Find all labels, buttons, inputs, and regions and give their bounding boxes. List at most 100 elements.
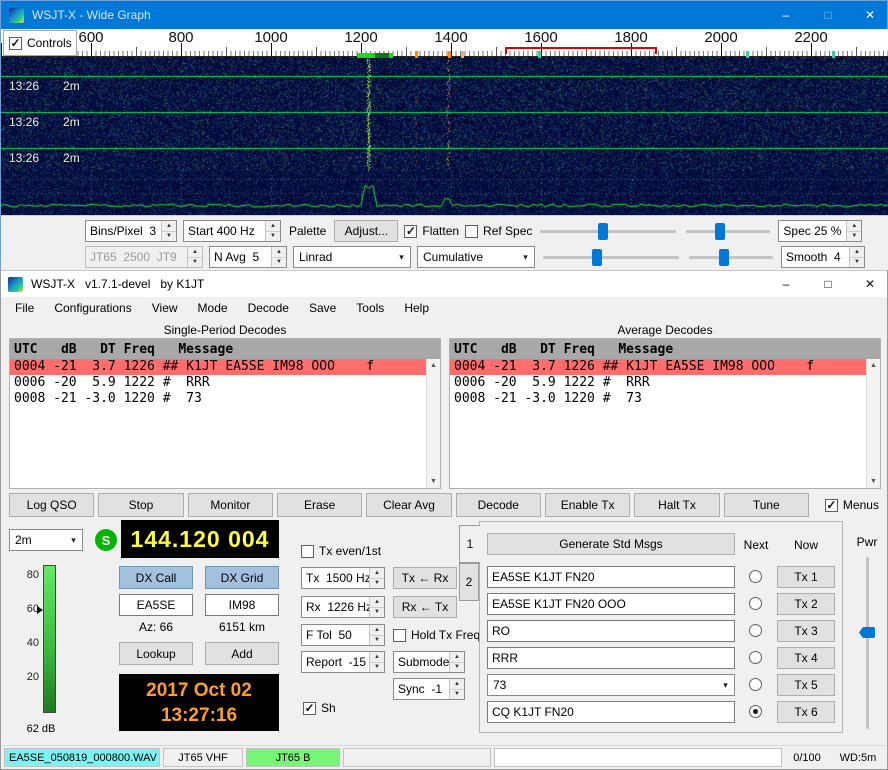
close-icon[interactable]: ✕ — [853, 271, 887, 297]
spectrum-type-combo[interactable]: Cumulative ▾ — [417, 246, 535, 268]
main-titlebar[interactable]: WSJT-X v1.7.1-devel by K1JT – □ ✕ — [1, 271, 887, 297]
spec-percent-spinner[interactable]: Spec 25 % ▲▼ — [778, 220, 862, 242]
tx3-now-button[interactable]: Tx 3 — [777, 620, 835, 642]
rx-freq-spinner[interactable]: Rx 1226 Hz ▲▼ — [301, 596, 385, 618]
monitor-button[interactable]: Monitor — [188, 493, 273, 517]
tx3-message-field[interactable]: RO — [487, 620, 735, 642]
spinner-arrows-icon[interactable]: ▲▼ — [846, 221, 861, 241]
waterfall-canvas[interactable] — [1, 57, 888, 215]
rx-from-tx-button[interactable]: Rx ← Tx — [393, 596, 457, 618]
tx5-next-radio[interactable] — [749, 678, 762, 691]
decode-row[interactable]: 0006 -20 5.9 1222 # RRR — [450, 375, 866, 391]
tx2-next-radio[interactable] — [749, 597, 762, 610]
menu-file[interactable]: File — [5, 297, 44, 319]
tx6-message-field[interactable]: CQ K1JT FN20 — [487, 701, 735, 723]
tx-from-rx-button[interactable]: Tx ← Rx — [393, 567, 457, 589]
halt-tx-button[interactable]: Halt Tx — [634, 493, 719, 517]
tx-even-checkbox[interactable]: Tx even/1st — [301, 544, 381, 558]
smooth-spinner[interactable]: Smooth 4 ▲▼ — [781, 246, 865, 268]
tx4-now-button[interactable]: Tx 4 — [777, 647, 835, 669]
spectrum-zero-slider[interactable] — [687, 247, 775, 267]
maximize-icon[interactable]: □ — [811, 1, 845, 29]
decode-button[interactable]: Decode — [456, 493, 541, 517]
close-icon[interactable]: ✕ — [853, 1, 887, 29]
pwr-slider[interactable] — [859, 555, 875, 731]
menu-help[interactable]: Help — [394, 297, 439, 319]
spinner-arrows-icon[interactable]: ▲▼ — [265, 221, 280, 241]
tx1-next-radio[interactable] — [749, 570, 762, 583]
tx1-now-button[interactable]: Tx 1 — [777, 566, 835, 588]
erase-button[interactable]: Erase — [277, 493, 362, 517]
frequency-ruler[interactable]: 600 800 1000 1200 1400 1600 1800 2000 22… — [1, 29, 888, 57]
clear-avg-button[interactable]: Clear Avg — [366, 493, 451, 517]
flatten-checkbox[interactable]: ✓ Flatten — [404, 224, 459, 238]
log-qso-button[interactable]: Log QSO — [9, 493, 94, 517]
slider-handle[interactable] — [592, 249, 602, 266]
tx5-message-combo[interactable]: 73 ▾ — [487, 674, 735, 696]
dx-call-field[interactable]: EA5SE — [119, 594, 193, 616]
waterfall-gain-slider[interactable] — [538, 221, 678, 241]
band-combo[interactable]: 2m ▾ — [9, 529, 83, 551]
sh-checkbox[interactable]: ✓ Sh — [303, 701, 336, 715]
tx3-next-radio[interactable] — [749, 624, 762, 637]
tx4-message-field[interactable]: RRR — [487, 647, 735, 669]
scrollbar[interactable]: ▲ ▼ — [866, 359, 880, 488]
adjust-palette-button[interactable]: Adjust... — [334, 220, 398, 242]
waterfall-display[interactable]: 13:26 2m 13:26 2m 13:26 2m — [1, 57, 888, 215]
f-tol-spinner[interactable]: F Tol 50 ▲▼ — [301, 624, 385, 646]
hold-tx-freq-checkbox[interactable]: Hold Tx Freq — [393, 628, 480, 642]
tx-freq-spinner[interactable]: Tx 1500 Hz ▲▼ — [301, 567, 385, 589]
slider-handle[interactable] — [598, 223, 608, 240]
dx-grid-button[interactable]: DX Grid — [205, 566, 279, 589]
slider-handle[interactable] — [719, 249, 729, 266]
scroll-up-icon[interactable]: ▲ — [867, 362, 880, 369]
spinner-arrows-icon[interactable]: ▲▼ — [369, 652, 384, 672]
scroll-down-icon[interactable]: ▼ — [867, 478, 880, 485]
tab-messages-2[interactable]: 2 — [459, 563, 479, 601]
scroll-up-icon[interactable]: ▲ — [427, 362, 440, 369]
waterfall-zero-slider[interactable] — [684, 221, 772, 241]
tune-button[interactable]: Tune — [724, 493, 809, 517]
spinner-arrows-icon[interactable]: ▲▼ — [849, 247, 864, 267]
slider-handle[interactable] — [715, 223, 725, 240]
enable-tx-button[interactable]: Enable Tx — [545, 493, 630, 517]
minimize-icon[interactable]: – — [769, 1, 803, 29]
menu-configurations[interactable]: Configurations — [44, 297, 141, 319]
decode-row[interactable]: 0004 -21 3.7 1226 ## K1JT EA5SE IM98 OOO… — [10, 359, 426, 375]
menu-decode[interactable]: Decode — [238, 297, 299, 319]
start-freq-spinner[interactable]: Start 400 Hz ▲▼ — [183, 220, 281, 242]
sync-spinner[interactable]: Sync -1 ▲▼ — [393, 678, 465, 700]
tab-messages-1[interactable]: 1 — [459, 525, 480, 563]
decode-row[interactable]: 0008 -21 -3.0 1220 # 73 — [10, 391, 426, 407]
menu-view[interactable]: View — [142, 297, 188, 319]
menu-tools[interactable]: Tools — [346, 297, 394, 319]
submode-spinner[interactable]: Submode B ▲▼ — [393, 651, 465, 673]
pwr-slider-handle[interactable] — [859, 627, 875, 638]
spinner-arrows-icon[interactable]: ▲▼ — [449, 652, 464, 672]
dx-grid-field[interactable]: IM98 — [205, 594, 279, 616]
wide-graph-titlebar[interactable]: WSJT-X - Wide Graph – □ ✕ — [1, 1, 887, 29]
menus-checkbox[interactable]: ✓ Menus — [813, 493, 879, 517]
report-spinner[interactable]: Report -15 ▲▼ — [301, 651, 385, 673]
bins-pixel-spinner[interactable]: Bins/Pixel 3 ▲▼ — [85, 220, 177, 242]
decode-row[interactable]: 0008 -21 -3.0 1220 # 73 — [450, 391, 866, 407]
controls-checkbox[interactable]: ✓ Controls — [3, 30, 77, 56]
decode-row[interactable]: 0004 -21 3.7 1226 ## K1JT EA5SE IM98 OOO… — [450, 359, 866, 375]
tx2-message-field[interactable]: EA5SE K1JT FN20 OOO — [487, 593, 735, 615]
dx-call-button[interactable]: DX Call — [119, 566, 193, 589]
palette-combo[interactable]: Linrad ▾ — [293, 246, 411, 268]
spinner-arrows-icon[interactable]: ▲▼ — [369, 625, 384, 645]
generate-std-msgs-button[interactable]: Generate Std Msgs — [487, 533, 735, 555]
decode-row[interactable]: 0006 -20 5.9 1222 # RRR — [10, 375, 426, 391]
stop-button[interactable]: Stop — [98, 493, 183, 517]
add-button[interactable]: Add — [205, 642, 279, 665]
tx2-now-button[interactable]: Tx 2 — [777, 593, 835, 615]
tx6-next-radio[interactable] — [749, 705, 762, 718]
decode-list[interactable]: 0004 -21 3.7 1226 ## K1JT EA5SE IM98 OOO… — [10, 359, 426, 488]
tx6-now-button[interactable]: Tx 6 — [777, 701, 835, 723]
spinner-arrows-icon[interactable]: ▲▼ — [369, 597, 384, 617]
tx4-next-radio[interactable] — [749, 651, 762, 664]
minimize-icon[interactable]: – — [769, 271, 803, 297]
spinner-arrows-icon[interactable]: ▲▼ — [271, 247, 286, 267]
scrollbar[interactable]: ▲ ▼ — [426, 359, 440, 488]
